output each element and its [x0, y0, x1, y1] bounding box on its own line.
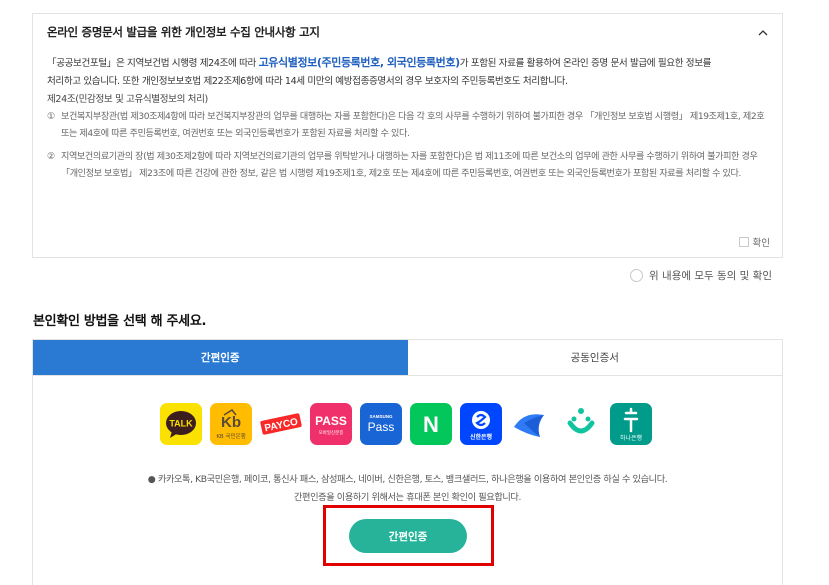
- notice-title: 온라인 증명문서 발급을 위한 개인정보 수집 안내사항 고지: [47, 25, 320, 39]
- info-line-2: 간편인증을 이용하기 위해서는 휴대폰 본인 확인이 필요합니다.: [293, 492, 521, 503]
- notice-text: 처리하고 있습니다. 또한 개인정보보호법 제22조제6항에 따라 14세 미만…: [47, 76, 568, 87]
- provider-text: PAYCO: [264, 417, 300, 435]
- agree-all-radio[interactable]: [630, 269, 644, 282]
- provider-text: TALK: [169, 419, 193, 429]
- provider-subtext: 모바일신분증: [319, 429, 344, 436]
- hana-bank-icon[interactable]: 하나은행: [610, 403, 652, 445]
- article-item-2: ② 지역보건의료기관의 장(법 제30조제2항에 따라 지역보건의료기관의 업무…: [47, 149, 771, 183]
- item-text: 보건복지부장관(법 제30조제4항에 따라 보건복지부장관의 업무를 대행하는 …: [61, 112, 765, 139]
- toss-icon[interactable]: [510, 403, 552, 445]
- pass-icon[interactable]: PASS 모바일신분증: [310, 403, 352, 445]
- agree-all-row[interactable]: 위 내용에 모두 동의 및 확인: [630, 268, 772, 283]
- provider-text: N: [423, 412, 439, 437]
- info-line-1: ● 카카오톡, KB국민은행, 페이코, 통신사 패스, 삼성패스, 네이버, …: [33, 471, 782, 485]
- info-icon: ●: [147, 474, 156, 485]
- provider-text: PASS: [315, 414, 347, 428]
- provider-text: Pass: [368, 420, 395, 434]
- privacy-notice-panel: 온라인 증명문서 발급을 위한 개인정보 수집 안내사항 고지 「공공보건포털」…: [32, 13, 783, 258]
- cta-highlight-box: 간편인증: [323, 505, 494, 566]
- tab-certificate[interactable]: 공동인증서: [407, 340, 782, 375]
- item-number: ①: [47, 112, 55, 122]
- provider-subtext: SAMSUNG: [369, 414, 393, 419]
- banksalad-icon[interactable]: [560, 403, 602, 445]
- provider-icons: TALK Kb KB 국민은행 PAYCO PASS 모바일신분증 SAMSUN…: [160, 403, 652, 445]
- item-text: 지역보건의료기관의 장(법 제30조제2항에 따라 지역보건의료기관의 업무를 …: [61, 152, 758, 179]
- notice-paragraph: 「공공보건포털」은 지역보건법 시행령 제24조에 따라 고유식별정보(주민등록…: [47, 54, 771, 91]
- kakaotalk-icon[interactable]: TALK: [160, 403, 202, 445]
- notice-body: 「공공보건포털」은 지역보건법 시행령 제24조에 따라 고유식별정보(주민등록…: [47, 54, 771, 183]
- tab-simple-auth[interactable]: 간편인증: [33, 340, 408, 375]
- naver-icon[interactable]: N: [410, 403, 452, 445]
- provider-text: 신한은행: [470, 433, 493, 441]
- provider-text: 하나은행: [620, 434, 642, 442]
- provider-text: KB 국민은행: [216, 432, 245, 440]
- section-title: 본인확인 방법을 선택 해 주세요.: [33, 314, 207, 329]
- chevron-up-icon[interactable]: [758, 28, 768, 38]
- confirm-label: 확인: [752, 238, 770, 249]
- samsung-pass-icon[interactable]: SAMSUNG Pass: [360, 403, 402, 445]
- item-number: ②: [47, 152, 55, 162]
- auth-method-tabs: 간편인증 공동인증서: [32, 339, 783, 376]
- simple-auth-panel: TALK Kb KB 국민은행 PAYCO PASS 모바일신분증 SAMSUN…: [32, 376, 783, 585]
- notice-text: 가 포함된 자료를 활용하여 온라인 증명 문서 발급에 필요한 정보를: [459, 58, 712, 69]
- confirm-checkbox[interactable]: [738, 237, 749, 247]
- article-heading: 제24조(민감정보 및 고유식별정보의 처리): [47, 94, 208, 105]
- article-item-1: ① 보건복지부장관(법 제30조제4항에 따라 보건복지부장관의 업무를 대행하…: [47, 109, 771, 143]
- confirm-checkbox-row[interactable]: 확인: [738, 235, 770, 249]
- kb-bank-icon[interactable]: Kb KB 국민은행: [210, 403, 252, 445]
- shinhan-bank-icon[interactable]: 신한은행: [460, 403, 502, 445]
- simple-auth-button[interactable]: 간편인증: [349, 519, 467, 553]
- payco-icon[interactable]: PAYCO: [260, 403, 302, 445]
- agree-all-label: 위 내용에 모두 동의 및 확인: [649, 270, 772, 282]
- info-text: 카카오톡, KB국민은행, 페이코, 통신사 패스, 삼성패스, 네이버, 신한…: [157, 474, 668, 485]
- notice-text: 「공공보건포털」은 지역보건법 시행령 제24조에 따라: [47, 58, 259, 69]
- svg-text:Kb: Kb: [221, 414, 241, 431]
- notice-highlight: 고유식별정보(주민등록번호, 외국인등록번호): [258, 56, 461, 69]
